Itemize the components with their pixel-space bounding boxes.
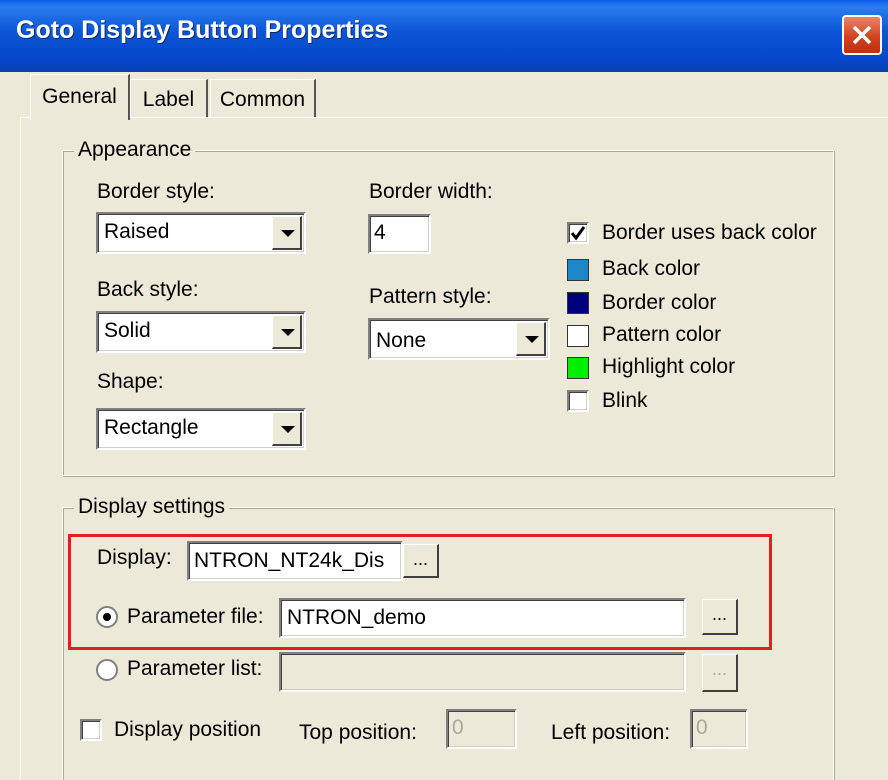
title-bar: Goto Display Button Properties (0, 0, 888, 72)
window-title: Goto Display Button Properties (16, 16, 389, 44)
pattern-style-value: None (376, 329, 427, 352)
checkmark-icon (570, 226, 586, 241)
border-width-label: Border width: (369, 180, 493, 203)
blink-label: Blink (602, 389, 648, 412)
parameter-file-label: Parameter file: (127, 605, 264, 628)
chevron-down-icon[interactable] (516, 322, 546, 356)
tab-common-label: Common (219, 88, 306, 111)
parameter-file-input[interactable]: NTRON_demo (279, 598, 686, 638)
display-browse-button[interactable]: ... (403, 544, 439, 578)
border-style-value: Raised (104, 220, 170, 243)
chevron-down-icon[interactable] (272, 315, 302, 349)
highlight-color-swatch[interactable] (567, 357, 589, 379)
close-icon (852, 25, 872, 45)
blink-checkbox[interactable] (567, 390, 589, 412)
border-width-input[interactable]: 4 (368, 214, 431, 254)
tab-general[interactable]: General (30, 74, 130, 120)
parameter-file-browse-label: ... (711, 604, 727, 624)
left-position-value: 0 (696, 716, 708, 739)
back-style-select[interactable]: Solid (96, 311, 306, 353)
back-color-swatch[interactable] (567, 259, 589, 281)
border-width-value: 4 (374, 221, 386, 244)
display-browse-label: ... (412, 549, 428, 569)
top-position-label: Top position: (299, 721, 417, 744)
top-position-value: 0 (452, 716, 464, 739)
parameter-file-value: NTRON_demo (287, 606, 426, 629)
shape-value: Rectangle (104, 416, 199, 439)
left-position-label: Left position: (551, 721, 671, 744)
border-color-swatch[interactable] (567, 292, 589, 314)
parameter-list-browse-button[interactable]: ... (702, 654, 738, 692)
parameter-file-radio[interactable] (96, 606, 118, 628)
pattern-color-label[interactable]: Pattern color (602, 323, 721, 347)
tab-label[interactable]: Label (130, 79, 208, 117)
back-color-label[interactable]: Back color (602, 257, 700, 281)
border-uses-back-color-checkbox[interactable] (567, 222, 589, 244)
top-position-input[interactable]: 0 (446, 709, 517, 749)
display-value: NTRON_NT24k_Dis (194, 549, 385, 572)
back-style-value: Solid (104, 319, 151, 342)
parameter-list-radio[interactable] (96, 659, 118, 681)
pattern-color-swatch[interactable] (567, 325, 589, 347)
parameter-list-browse-label: ... (711, 659, 727, 679)
display-label: Display: (97, 546, 172, 569)
border-style-label: Border style: (97, 180, 215, 203)
shape-label: Shape: (97, 370, 164, 393)
tab-common[interactable]: Common (210, 79, 316, 117)
shape-select[interactable]: Rectangle (96, 408, 306, 450)
parameter-list-label: Parameter list: (127, 657, 263, 680)
parameter-list-input[interactable] (279, 652, 686, 692)
close-button[interactable] (842, 15, 882, 55)
tab-label-label: Label (142, 88, 195, 111)
chevron-down-icon[interactable] (272, 216, 302, 250)
left-position-input[interactable]: 0 (690, 709, 748, 749)
parameter-file-browse-button[interactable]: ... (702, 599, 738, 635)
pattern-style-label: Pattern style: (369, 285, 492, 308)
pattern-style-select[interactable]: None (368, 318, 550, 360)
display-input[interactable]: NTRON_NT24k_Dis (187, 541, 403, 581)
chevron-down-icon[interactable] (272, 412, 302, 446)
appearance-group-label: Appearance (74, 138, 196, 162)
back-style-label: Back style: (97, 278, 199, 301)
highlight-color-label[interactable]: Highlight color (602, 355, 735, 379)
display-position-checkbox[interactable] (80, 719, 102, 741)
border-style-select[interactable]: Raised (96, 212, 306, 254)
border-color-label[interactable]: Border color (602, 291, 716, 315)
border-uses-back-color-label: Border uses back color (602, 221, 817, 244)
display-position-label: Display position (114, 718, 262, 741)
tab-general-label: General (42, 85, 117, 108)
display-settings-group-label: Display settings (74, 495, 230, 519)
